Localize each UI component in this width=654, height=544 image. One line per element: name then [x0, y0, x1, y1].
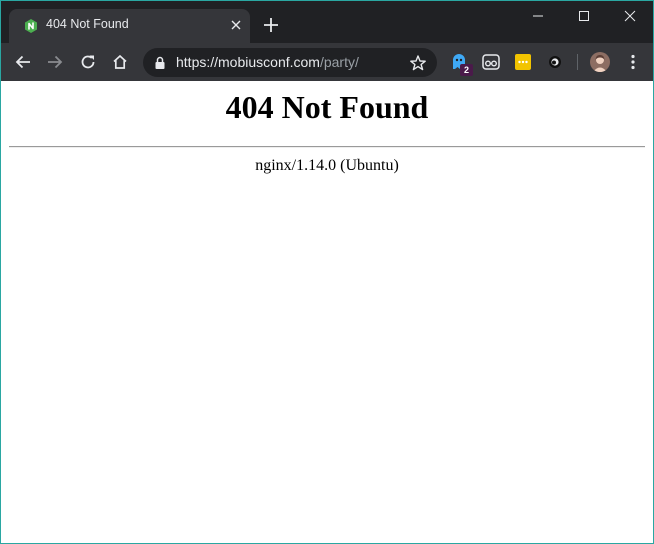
url-path: /party/: [319, 54, 359, 70]
toolbar-separator: [577, 54, 578, 70]
address-bar[interactable]: https://mobiusconf.com/party/: [143, 48, 437, 77]
extension-badge-count: 2: [460, 64, 473, 76]
browser-window: 404 Not Found https://mobiusconf.com/par…: [0, 0, 654, 544]
home-icon[interactable]: [108, 50, 132, 74]
notes-extension-icon[interactable]: [513, 52, 533, 72]
new-tab-plus-icon[interactable]: [261, 15, 281, 35]
profile-avatar[interactable]: [590, 52, 610, 72]
lock-icon: [154, 55, 166, 69]
eye-extension-icon[interactable]: [545, 52, 565, 72]
page-content: 404 Not Found nginx/1.14.0 (Ubuntu): [1, 81, 653, 543]
divider: [9, 146, 645, 148]
server-signature: nginx/1.14.0 (Ubuntu): [255, 157, 399, 174]
back-arrow-icon[interactable]: [11, 50, 35, 74]
url-host: https://mobiusconf.com: [176, 54, 320, 70]
active-tab[interactable]: 404 Not Found: [9, 9, 250, 43]
bookmark-star-icon[interactable]: [409, 54, 427, 72]
window-close-icon[interactable]: [607, 1, 653, 31]
maximize-icon[interactable]: [561, 1, 607, 31]
tab-strip: 404 Not Found: [1, 1, 653, 43]
reload-icon[interactable]: [76, 50, 100, 74]
tab-close-icon[interactable]: [228, 17, 244, 33]
nginx-hexagon-icon: [23, 18, 39, 34]
url-text: https://mobiusconf.com/party/: [176, 54, 359, 70]
more-vert-icon[interactable]: [623, 52, 643, 72]
minimize-icon[interactable]: [515, 1, 561, 31]
forward-arrow-icon[interactable]: [43, 50, 67, 74]
tab-title: 404 Not Found: [46, 17, 129, 31]
reader-extension-icon[interactable]: [481, 52, 501, 72]
browser-toolbar: https://mobiusconf.com/party/: [1, 43, 653, 81]
page-title: 404 Not Found: [225, 89, 429, 125]
